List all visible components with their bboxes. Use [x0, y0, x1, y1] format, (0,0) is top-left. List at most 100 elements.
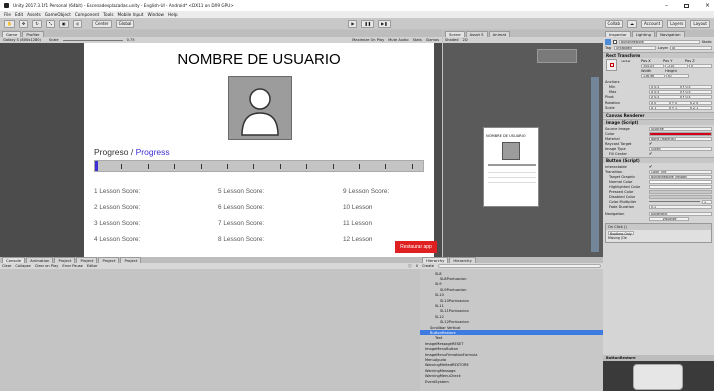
hierarchy-item[interactable]: SL10Puntuacion [420, 298, 603, 303]
pos-z-field[interactable]: 0 [689, 63, 712, 68]
anchor-presets-button[interactable] [606, 59, 617, 71]
close-button[interactable]: × [705, 2, 710, 9]
gizmos-dropdown[interactable]: Gizmos [426, 38, 439, 42]
anchor-min-x-field[interactable]: X 0.5 [649, 84, 681, 89]
resolution-dropdown[interactable]: Galaxy S (800x1280) [3, 38, 41, 42]
menu-assets[interactable]: Assets [27, 12, 41, 17]
hierarchy-item[interactable]: Text [420, 336, 603, 341]
scale-x-field[interactable]: X 1 [649, 105, 670, 110]
menu-file[interactable]: File [4, 12, 11, 17]
error-pause-toggle[interactable]: Error Pause [62, 264, 82, 268]
source-image-field[interactable]: UISprite [649, 126, 712, 131]
highlighted-color-swatch[interactable] [649, 184, 712, 189]
tag-dropdown[interactable]: Untagged [614, 45, 656, 50]
layers-dropdown[interactable]: Layers [667, 19, 687, 28]
scene-view[interactable]: Shaded 2D NOMBRE DE USUARIO [443, 37, 603, 257]
hierarchy-item[interactable]: ImageMessageRESET [420, 341, 603, 346]
transform-tool-button[interactable]: ◎ [72, 19, 83, 28]
height-field[interactable]: 30 [665, 73, 689, 78]
hierarchy-item[interactable]: SL10 [420, 293, 603, 298]
pivot-center-button[interactable]: Center [92, 19, 112, 28]
toggle-2d-button[interactable]: 2D [463, 38, 468, 42]
collapse-toggle[interactable]: Collapse [15, 264, 30, 268]
canvas-renderer-header[interactable]: Canvas Renderer [603, 112, 714, 118]
active-checkbox[interactable] [613, 39, 617, 44]
runtime-dropdown[interactable]: Runtime Only [608, 231, 634, 236]
anchor-max-y-field[interactable]: Y 0.5 [680, 89, 712, 94]
hierarchy-item[interactable]: SL12Puntuacion [420, 320, 603, 325]
transition-dropdown[interactable]: Color Tint [649, 169, 712, 174]
pos-x-field[interactable]: 344.03 [641, 63, 664, 68]
hierarchy-item[interactable]: WarningMessage [420, 368, 603, 373]
image-script-header[interactable]: Image (Script) [603, 119, 714, 125]
menu-window[interactable]: Window [147, 12, 164, 17]
console-log-area[interactable] [0, 269, 420, 391]
hierarchy-item[interactable]: ImageMenuFirmationFormula [420, 352, 603, 357]
mute-audio-toggle[interactable]: Mute Audio [388, 38, 408, 42]
menu-component[interactable]: Component [75, 12, 99, 17]
color-multiplier-field[interactable]: 1 [702, 199, 712, 204]
object-name-field[interactable]: ButtonRestore [619, 39, 700, 44]
hierarchy-item[interactable]: EventSystem [420, 379, 603, 384]
hierarchy-item[interactable]: ButtonRestore [420, 330, 603, 336]
pressed-color-swatch[interactable] [649, 189, 712, 194]
shading-mode-dropdown[interactable]: Shaded [445, 38, 459, 42]
play-button[interactable]: ▶ [348, 19, 358, 28]
button-script-header[interactable]: Button (Script) [603, 157, 714, 163]
hand-tool-button[interactable]: ✋ [4, 19, 15, 28]
hierarchy-item[interactable]: WarningMenuCheck [420, 374, 603, 379]
rotation-y-field[interactable]: Y 0 [670, 100, 691, 105]
rotation-x-field[interactable]: X 0 [649, 100, 670, 105]
hierarchy-item[interactable]: MenuAyuda [420, 357, 603, 362]
move-tool-button[interactable]: ✥ [18, 19, 29, 28]
visualize-button[interactable]: Visualize [649, 216, 689, 221]
info-count-icon[interactable]: ⓘ [408, 264, 412, 269]
menu-mobile-input[interactable]: Mobile Input [118, 12, 144, 17]
collab-button[interactable]: Collab [604, 19, 623, 28]
anchor-min-y-field[interactable]: Y 0.5 [680, 84, 712, 89]
cloud-button[interactable]: ☁ [627, 19, 637, 28]
hierarchy-item[interactable]: Scrollbar Vertical [420, 325, 603, 330]
menu-gameobject[interactable]: GameObject [45, 12, 71, 17]
fill-center-checkbox[interactable]: ✔ [649, 151, 652, 156]
minimize-button[interactable]: – [665, 2, 668, 9]
anchor-max-x-field[interactable]: X 0.5 [649, 89, 681, 94]
hierarchy-item[interactable]: SL9Puntuacion [420, 287, 603, 292]
rotate-tool-button[interactable]: ↻ [32, 19, 42, 28]
hierarchy-item[interactable]: SL9 [420, 282, 603, 287]
hierarchy-item[interactable]: SL8Puntuacion [420, 276, 603, 281]
pivot-y-field[interactable]: Y 0.5 [680, 94, 712, 99]
width-field[interactable]: 136.96 [641, 73, 665, 78]
hierarchy-item[interactable]: WarningMeltedRESTORE [420, 363, 603, 368]
layer-dropdown[interactable]: UI [670, 45, 712, 50]
image-type-dropdown[interactable]: Sliced [649, 146, 712, 151]
disabled-color-swatch[interactable] [649, 194, 712, 199]
scene-scrollbar[interactable] [591, 77, 599, 252]
normal-color-swatch[interactable] [649, 179, 712, 184]
pivot-global-button[interactable]: Global [115, 19, 135, 28]
scale-slider[interactable] [62, 39, 123, 41]
missing-object-field[interactable]: Missing (Ob [606, 236, 711, 240]
hierarchy-item[interactable]: ImageMenuButton [420, 347, 603, 352]
hierarchy-item[interactable]: SL11 [420, 303, 603, 308]
image-color-swatch[interactable] [649, 131, 712, 136]
hierarchy-item[interactable]: SL12 [420, 314, 603, 319]
menu-help[interactable]: Help [168, 12, 178, 17]
pos-y-field[interactable]: -210 [665, 63, 688, 68]
pause-button[interactable]: ❚❚ [361, 19, 375, 28]
account-button[interactable]: Account [641, 19, 664, 28]
scale-tool-button[interactable]: ⤡ [45, 19, 55, 28]
create-dropdown[interactable]: Create [422, 264, 434, 268]
step-button[interactable]: ▶❚ [378, 19, 391, 28]
rotation-z-field[interactable]: Z 0 [691, 100, 712, 105]
menu-edit[interactable]: Edit [15, 12, 23, 17]
restore-app-button[interactable]: Restaurar app [395, 241, 437, 253]
scale-y-field[interactable]: Y 1 [670, 105, 691, 110]
color-multiplier-slider[interactable] [649, 201, 700, 202]
menu-tools[interactable]: Tools [103, 12, 113, 17]
static-checkbox[interactable]: Static [702, 40, 712, 44]
navigation-dropdown[interactable]: Automatic [649, 211, 712, 216]
stats-toggle[interactable]: Stats [413, 38, 422, 42]
editor-dropdown[interactable]: Editor [87, 264, 98, 268]
clear-on-play-toggle[interactable]: Clear on Play [35, 264, 59, 268]
